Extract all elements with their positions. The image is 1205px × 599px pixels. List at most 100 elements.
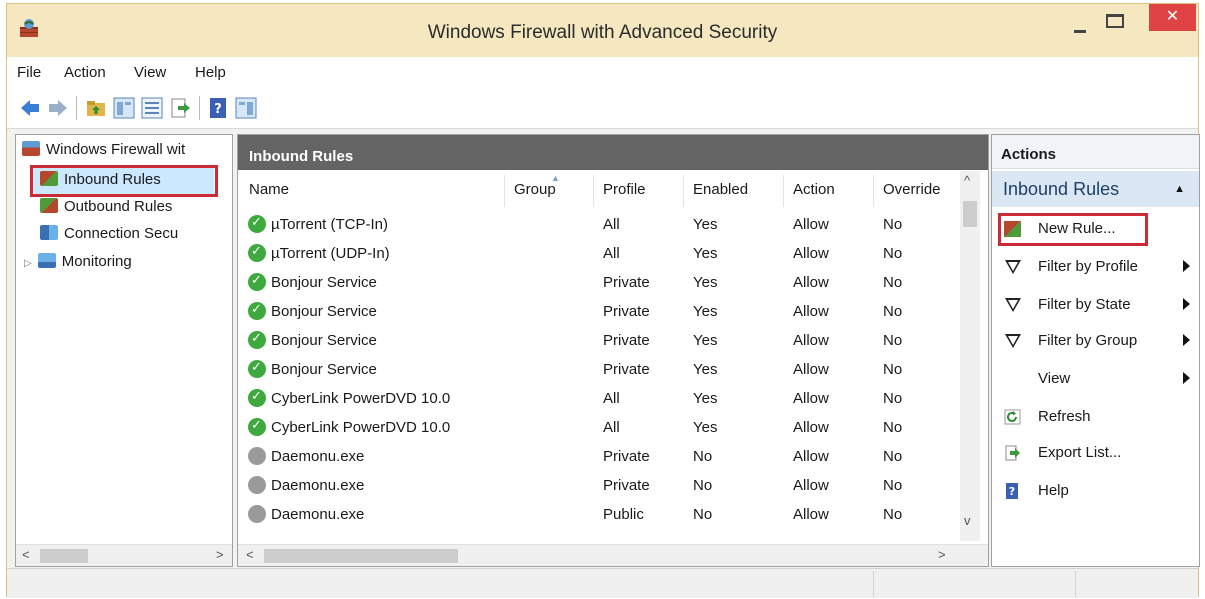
cell-action: Allow — [793, 274, 829, 291]
scroll-thumb[interactable] — [264, 549, 458, 563]
actions-section-inbound-rules[interactable]: Inbound Rules ▲ — [992, 171, 1199, 207]
submenu-arrow-icon — [1183, 372, 1190, 384]
cell-override: No — [883, 303, 903, 320]
table-row[interactable]: µTorrent (UDP-In) All Yes Allow No — [238, 240, 958, 268]
action-label: View — [1038, 370, 1071, 387]
toolbar: ? — [7, 87, 1198, 129]
scroll-thumb[interactable] — [963, 201, 977, 227]
table-row[interactable]: Bonjour Service Private Yes Allow No — [238, 356, 958, 384]
cell-profile: All — [603, 390, 620, 407]
cell-override: No — [883, 506, 903, 523]
tree-root-firewall[interactable]: Windows Firewall wit — [22, 141, 230, 158]
action-filter-by-group[interactable]: Filter by Group — [992, 325, 1199, 357]
column-header-profile[interactable]: Profile — [603, 181, 646, 198]
action-export-list[interactable]: Export List... — [992, 437, 1199, 469]
column-separator — [783, 175, 784, 207]
cell-name: Bonjour Service — [271, 361, 377, 378]
tree-item-outbound-rules[interactable]: Outbound Rules — [40, 198, 232, 215]
help-icon[interactable]: ? — [207, 97, 229, 119]
app-window: Windows Firewall with Advanced Security … — [6, 3, 1200, 598]
menu-file[interactable]: File — [17, 64, 41, 81]
column-separator — [504, 175, 505, 207]
scroll-up-arrow-icon[interactable]: ^ — [964, 173, 970, 188]
cell-action: Allow — [793, 448, 829, 465]
table-row[interactable]: Daemonu.exe Public No Allow No — [238, 501, 958, 529]
cell-profile: Private — [603, 477, 650, 494]
action-refresh[interactable]: Refresh — [992, 401, 1199, 433]
actions-header: Actions — [992, 135, 1199, 169]
status-separator — [873, 571, 874, 597]
cell-action: Allow — [793, 245, 829, 262]
menu-help[interactable]: Help — [195, 64, 226, 81]
svg-text:?: ? — [1009, 485, 1015, 498]
back-icon[interactable] — [19, 97, 41, 119]
svg-text:?: ? — [214, 102, 222, 117]
cell-action: Allow — [793, 216, 829, 233]
table-row[interactable]: Bonjour Service Private Yes Allow No — [238, 298, 958, 326]
column-header-group[interactable]: Group — [514, 181, 556, 198]
tree-horizontal-scrollbar[interactable]: < > — [16, 544, 232, 566]
up-folder-icon[interactable] — [85, 97, 107, 119]
toolbar-separator — [199, 96, 200, 120]
table-row[interactable]: µTorrent (TCP-In) All Yes Allow No — [238, 211, 958, 239]
export-list-icon[interactable] — [169, 97, 191, 119]
menu-view[interactable]: View — [134, 64, 166, 81]
menu-action[interactable]: Action — [64, 64, 106, 81]
cell-override: No — [883, 361, 903, 378]
column-header-override[interactable]: Override — [883, 181, 941, 198]
maximize-button[interactable] — [1106, 14, 1124, 28]
highlight-box-new-rule — [998, 213, 1148, 246]
cell-profile: All — [603, 419, 620, 436]
tree-item-monitoring[interactable]: ▷ Monitoring — [24, 253, 230, 270]
column-header-action[interactable]: Action — [793, 181, 835, 198]
actions-section-label: Inbound Rules — [1003, 179, 1120, 199]
scroll-right-arrow-icon[interactable]: > — [216, 547, 224, 562]
table-row[interactable]: Daemonu.exe Private No Allow No — [238, 443, 958, 471]
cell-name: Daemonu.exe — [271, 477, 365, 494]
column-header-name[interactable]: Name — [249, 181, 289, 198]
scroll-right-arrow-icon[interactable]: > — [938, 547, 946, 562]
table-row[interactable]: CyberLink PowerDVD 10.0 All Yes Allow No — [238, 385, 958, 413]
cell-override: No — [883, 216, 903, 233]
close-button[interactable]: ✕ — [1149, 4, 1196, 31]
cell-name: Daemonu.exe — [271, 448, 365, 465]
table-row[interactable]: CyberLink PowerDVD 10.0 All Yes Allow No — [238, 414, 958, 442]
toolbar-separator — [76, 96, 77, 120]
cell-name: CyberLink PowerDVD 10.0 — [271, 390, 451, 407]
rules-horizontal-scrollbar[interactable]: < > — [238, 544, 988, 566]
action-help[interactable]: ? Help — [992, 475, 1199, 507]
table-row[interactable]: Daemonu.exe Private No Allow No — [238, 472, 958, 500]
refresh-icon — [1004, 409, 1021, 425]
show-hide-tree-icon[interactable] — [113, 97, 135, 119]
cell-action: Allow — [793, 361, 829, 378]
action-view[interactable]: View — [992, 363, 1199, 395]
cell-override: No — [883, 245, 903, 262]
scroll-left-arrow-icon[interactable]: < — [246, 547, 254, 562]
rule-disabled-icon — [248, 447, 266, 465]
action-filter-by-profile[interactable]: Filter by Profile — [992, 251, 1199, 283]
status-bar — [7, 568, 1198, 598]
collapse-section-icon[interactable]: ▲ — [1174, 183, 1185, 195]
table-row[interactable]: Bonjour Service Private Yes Allow No — [238, 327, 958, 355]
expand-arrow-icon[interactable]: ▷ — [24, 258, 32, 269]
submenu-arrow-icon — [1183, 298, 1190, 310]
rules-vertical-scrollbar[interactable]: ^ v — [960, 171, 980, 541]
column-header-enabled[interactable]: Enabled — [693, 181, 748, 198]
tree-item-connection-security[interactable]: Connection Secu — [40, 225, 232, 242]
title-bar: Windows Firewall with Advanced Security … — [7, 4, 1198, 57]
scroll-left-arrow-icon[interactable]: < — [22, 547, 30, 562]
show-hide-action-pane-icon[interactable] — [235, 97, 257, 119]
cell-profile: Private — [603, 332, 650, 349]
cell-action: Allow — [793, 390, 829, 407]
cell-profile: All — [603, 216, 620, 233]
scroll-down-arrow-icon[interactable]: v — [964, 513, 971, 528]
tree-root-label: Windows Firewall wit — [46, 141, 186, 158]
scroll-thumb[interactable] — [40, 549, 88, 563]
properties-icon[interactable] — [141, 97, 163, 119]
action-filter-by-state[interactable]: Filter by State — [992, 289, 1199, 321]
minimize-button[interactable] — [1072, 20, 1088, 36]
table-row[interactable]: Bonjour Service Private Yes Allow No — [238, 269, 958, 297]
monitoring-icon — [37, 253, 56, 268]
forward-icon[interactable] — [47, 97, 69, 119]
cell-action: Allow — [793, 303, 829, 320]
